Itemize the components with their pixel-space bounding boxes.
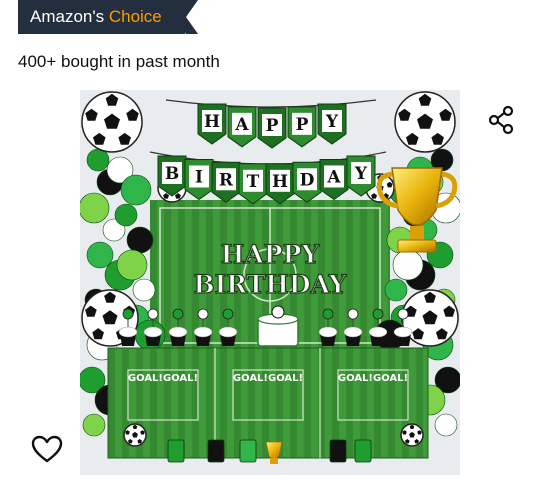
pennant-letter: R — [219, 170, 234, 190]
pennant-letter: H — [204, 112, 220, 132]
bought-count-text: 400+ bought in past month — [18, 52, 220, 71]
table-text-center: GOAL!GOAL! — [233, 373, 303, 384]
balloon — [86, 241, 114, 269]
balloon — [86, 148, 110, 172]
share-button[interactable] — [484, 102, 520, 138]
soccer-ball — [400, 423, 424, 447]
table-text-left: GOAL!GOAL! — [128, 373, 198, 384]
badge-prefix: Amazon's — [30, 7, 105, 26]
balloon — [132, 278, 156, 302]
heart-outline-icon — [31, 435, 63, 463]
table-text-right: GOAL!GOAL! — [338, 373, 408, 384]
soccer-ball — [123, 423, 147, 447]
party-decor-illustration: HAPPYBIRTHDAY HAPPY BIRTHDAY — [80, 90, 460, 475]
favorite-button[interactable] — [30, 433, 64, 465]
balloon — [82, 413, 106, 437]
pennant-letter: A — [234, 115, 249, 135]
prop-sign — [329, 439, 347, 463]
soccer-ball — [394, 91, 456, 153]
pennant-letter: Y — [325, 112, 339, 132]
pennant-letter: B — [165, 164, 179, 184]
prop-sign — [239, 439, 257, 463]
badge-choice: Choice — [108, 7, 162, 26]
prop-sign — [207, 439, 225, 463]
pennant-letter: D — [300, 170, 315, 190]
balloon — [116, 249, 148, 281]
prop-sign — [167, 439, 185, 463]
pennant-letter: P — [266, 116, 279, 136]
soccer-ball — [81, 91, 143, 153]
pennant-letter: Y — [354, 164, 368, 184]
balloon — [126, 226, 154, 254]
balloon — [392, 249, 424, 281]
balloon — [384, 278, 408, 302]
pennant-letter: A — [326, 167, 341, 187]
tablecloth: GOAL!GOAL! GOAL!GOAL! GOAL!GOAL! — [107, 347, 429, 459]
backdrop-happy-text: HAPPY — [221, 240, 321, 269]
share-icon — [488, 105, 514, 135]
pennant-letter: T — [247, 172, 260, 192]
pennant-letter: I — [195, 167, 203, 187]
balloon — [434, 413, 458, 437]
balloon — [114, 203, 138, 227]
prop-sign — [354, 439, 372, 463]
balloon — [80, 192, 110, 224]
backdrop-birthday-text: BIRTHDAY — [193, 270, 347, 299]
product-image[interactable]: HAPPYBIRTHDAY HAPPY BIRTHDAY GOAL!GOAL! … — [80, 90, 460, 475]
pennant-letter: P — [296, 115, 309, 135]
pennant-letter: H — [272, 172, 288, 192]
amazons-choice-badge: Amazon's Choice — [18, 0, 198, 34]
balloon — [120, 174, 152, 206]
